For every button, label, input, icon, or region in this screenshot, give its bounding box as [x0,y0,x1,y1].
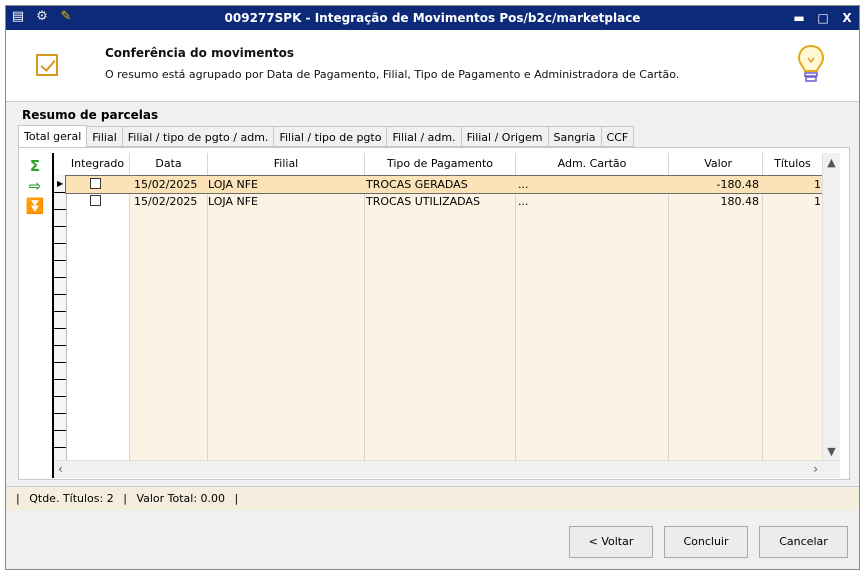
status-separator: | [123,492,127,505]
cell-titulos: 1 [814,178,821,191]
close-icon[interactable]: X [841,11,853,25]
header-filial[interactable]: Filial [208,153,365,175]
grid-panel: Σ ⇨ ⏬ Integrado Data Filial Tipo de Paga… [18,147,850,480]
cell-valor: 180.48 [720,195,760,208]
maximize-icon[interactable]: □ [817,11,829,25]
cell-adm: ... [518,195,529,208]
header-adm-cartao[interactable]: Adm. Cartão [516,153,669,175]
grid-col-data [130,175,208,461]
grid-header: Integrado Data Filial Tipo de Pagamento … [54,153,840,176]
cell-data: 15/02/2025 [134,178,198,191]
lightbulb-icon [797,44,825,82]
cell-adm: ... [518,178,529,191]
header-titulos[interactable]: Títulos [763,153,823,175]
header-description: O resumo está agrupado por Data de Pagam… [105,68,680,81]
tab-ccf[interactable]: CCF [601,126,635,147]
row-indicator-column: ▶ [54,175,67,461]
tab-filial-origem[interactable]: Filial / Origem [461,126,549,147]
data-grid: Integrado Data Filial Tipo de Pagamento … [52,153,840,478]
cell-valor: -180.48 [716,178,759,191]
integrado-checkbox[interactable] [90,178,101,189]
header-integrado[interactable]: Integrado [66,153,130,175]
grid-col-adm [516,175,669,461]
tab-filial-tipo-pgto[interactable]: Filial / tipo de pgto [274,126,388,147]
scroll-left-icon[interactable]: ‹ [58,461,63,478]
vertical-scrollbar[interactable]: ▲ ▼ [822,153,840,461]
expand-icon[interactable]: ⏬ [25,196,45,216]
header-panel: Conferência do movimentos O resumo está … [6,30,859,102]
scroll-down-icon[interactable]: ▼ [823,445,840,458]
tab-filial-adm[interactable]: Filial / adm. [387,126,462,147]
header-tipo-pagamento[interactable]: Tipo de Pagamento [365,153,516,175]
table-row[interactable]: 15/02/2025 LOJA NFE TROCAS UTILIZADAS ..… [66,193,823,210]
status-total: Valor Total: 0.00 [136,492,226,505]
status-titulos: Qtde. Títulos: 2 [29,492,114,505]
tab-bar: Total geral Filial Filial / tipo de pgto… [18,125,635,148]
grid-col-integrado [66,175,130,461]
minimize-icon[interactable]: ▬ [793,11,805,25]
cell-data: 15/02/2025 [134,195,198,208]
status-bar: | Qtde. Títulos: 2 | Valor Total: 0.00 | [6,486,859,512]
side-toolbar: Σ ⇨ ⏬ [25,156,45,216]
checkbox-check-icon [36,54,58,76]
grid-col-titulos [763,175,823,461]
tab-sangria[interactable]: Sangria [548,126,602,147]
window-controls: ▬ □ X [793,6,853,30]
section-label: Resumo de parcelas [22,108,159,122]
tab-filial-tipo-pgto-adm[interactable]: Filial / tipo de pgto / adm. [122,126,275,147]
integrado-checkbox[interactable] [90,195,101,206]
tab-filial[interactable]: Filial [87,126,123,147]
cell-filial: LOJA NFE [208,178,258,191]
main-window: ▤ ⚙ ✎ 009277SPK - Integração de Moviment… [5,5,860,570]
back-button[interactable]: < Voltar [569,526,653,558]
footer: < Voltar Concluir Cancelar [6,510,859,569]
horizontal-scrollbar[interactable]: ‹ › [54,460,840,478]
header-data[interactable]: Data [130,153,208,175]
header-valor[interactable]: Valor [669,153,763,175]
header-title: Conferência do movimentos [105,46,295,60]
export-icon[interactable]: ⇨ [25,176,45,196]
current-row-arrow-icon: ▶ [57,179,64,188]
window-title: 009277SPK - Integração de Movimentos Pos… [224,11,641,25]
grid-col-tipo [365,175,516,461]
tab-total-geral[interactable]: Total geral [18,125,88,148]
cell-filial: LOJA NFE [208,195,258,208]
cell-tipo: TROCAS UTILIZADAS [366,195,480,208]
grid-col-filial [208,175,365,461]
status-separator: | [16,492,20,505]
status-separator: | [234,492,239,505]
scroll-right-icon[interactable]: › [813,461,818,478]
scroll-up-icon[interactable]: ▲ [823,156,840,169]
title-bar[interactable]: ▤ ⚙ ✎ 009277SPK - Integração de Moviment… [6,6,859,30]
cell-tipo: TROCAS GERADAS [366,178,468,191]
finish-button[interactable]: Concluir [664,526,748,558]
cancel-button[interactable]: Cancelar [759,526,848,558]
grid-col-valor [669,175,763,461]
sum-icon[interactable]: Σ [25,156,45,176]
cell-titulos: 1 [814,195,821,208]
table-row[interactable]: 15/02/2025 LOJA NFE TROCAS GERADAS ... -… [65,175,824,194]
